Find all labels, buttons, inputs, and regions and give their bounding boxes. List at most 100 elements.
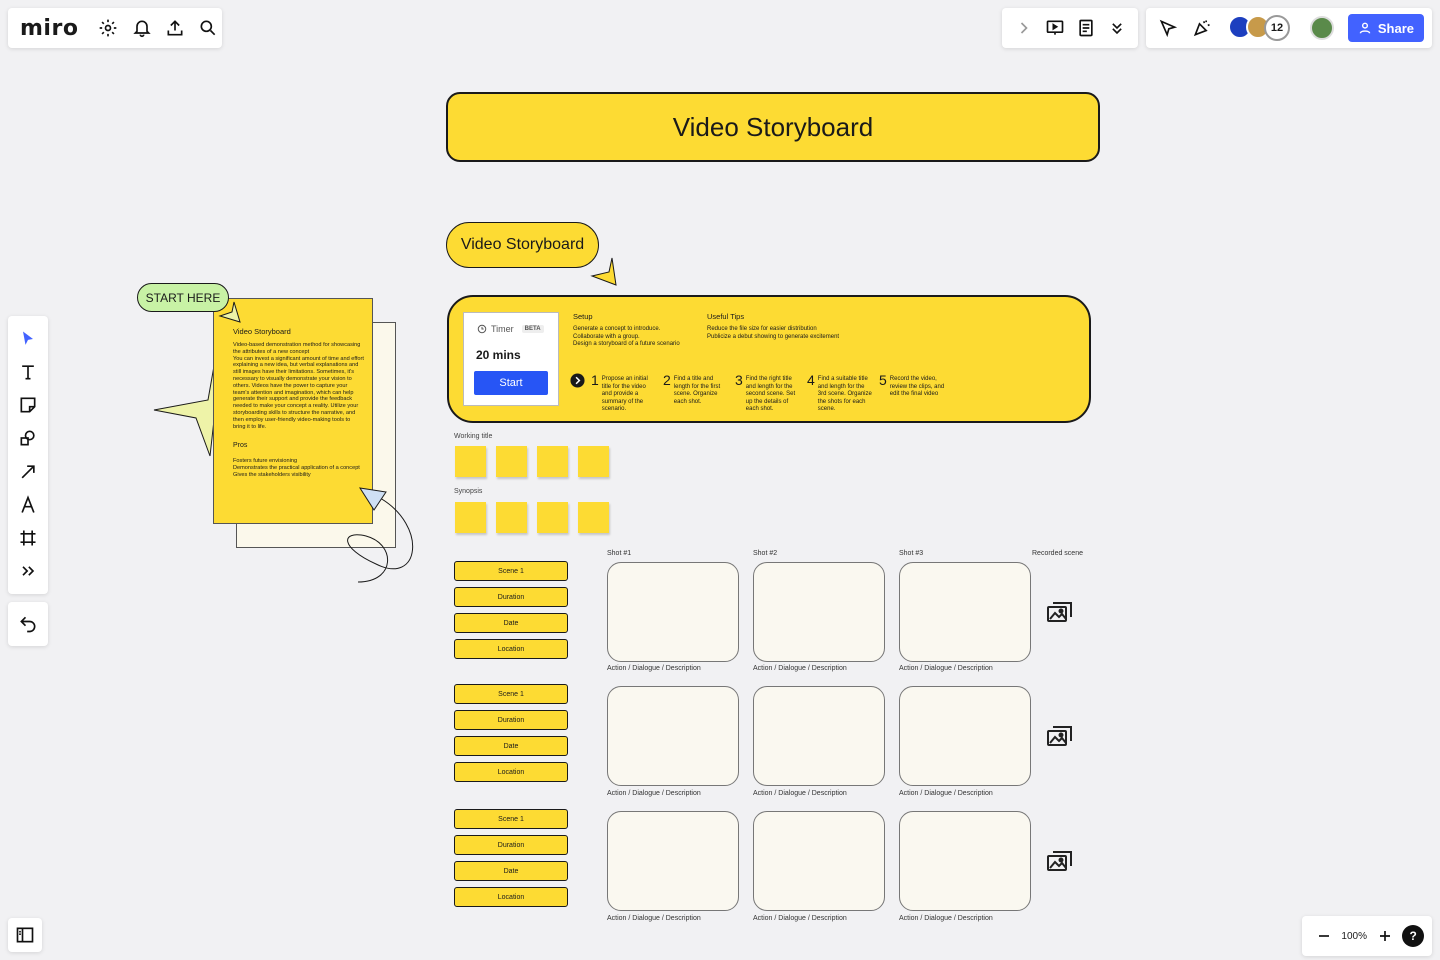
date-field[interactable]: Date (454, 861, 568, 881)
scene-title-field[interactable]: Scene 1 (454, 684, 568, 704)
zoom-controls: 100% ? (1302, 916, 1432, 956)
sticky-note[interactable] (537, 502, 568, 533)
working-title-label: Working title (454, 433, 493, 440)
undo-icon[interactable] (14, 610, 42, 638)
shot-frame[interactable] (899, 686, 1031, 786)
frame-icon[interactable] (14, 524, 42, 552)
sticky-note[interactable] (455, 446, 486, 477)
shapes-icon[interactable] (14, 424, 42, 452)
step-item[interactable]: 2 Find a title and length for the first s… (663, 372, 729, 414)
date-field[interactable]: Date (454, 736, 568, 756)
setup-block[interactable]: Setup Generate a concept to introduce. C… (573, 312, 703, 349)
recorded-scene-header: Recorded scene (1032, 550, 1083, 557)
chevron-right-icon[interactable] (1010, 14, 1038, 42)
timer-start-button[interactable]: Start (474, 371, 548, 395)
scribble-curve-shape[interactable] (336, 486, 420, 588)
shot-frame[interactable] (607, 811, 739, 911)
double-chevron-down-icon[interactable] (1103, 14, 1131, 42)
current-user-avatar[interactable] (1310, 16, 1334, 40)
notes-icon[interactable] (1072, 14, 1100, 42)
help-button[interactable]: ? (1402, 925, 1425, 947)
settings-icon[interactable] (94, 14, 121, 42)
duration-field[interactable]: Duration (454, 710, 568, 730)
image-gallery-icon[interactable] (1046, 600, 1074, 629)
steps-row: 1 Propose an initial title for the video … (570, 372, 945, 414)
pill-title[interactable]: Video Storyboard (446, 222, 599, 268)
collaborator-avatars[interactable]: 12 (1228, 15, 1290, 41)
sticky-note[interactable] (537, 446, 568, 477)
scene-title-field[interactable]: Scene 1 (454, 561, 568, 581)
doc-pros-heading: Pros (233, 442, 248, 450)
image-gallery-icon[interactable] (1046, 724, 1074, 753)
shot-caption: Action / Dialogue / Description (899, 915, 993, 922)
clock-icon (477, 324, 487, 334)
select-cursor-icon[interactable] (14, 325, 42, 353)
duration-field[interactable]: Duration (454, 587, 568, 607)
upload-icon[interactable] (161, 14, 188, 42)
step-item[interactable]: 5 Record the video, review the clips, and… (879, 372, 945, 414)
sticky-note[interactable] (496, 446, 527, 477)
start-here-label[interactable]: START HERE (137, 283, 229, 312)
bell-icon[interactable] (128, 14, 155, 42)
zoom-level[interactable]: 100% (1341, 931, 1367, 942)
shot-header: Shot #3 (899, 550, 924, 557)
search-icon[interactable] (195, 14, 222, 42)
shot-caption: Action / Dialogue / Description (607, 790, 701, 797)
shot-caption: Action / Dialogue / Description (899, 790, 993, 797)
timer-label: Timer (491, 324, 514, 334)
celebrate-icon[interactable] (1188, 14, 1216, 42)
step-item[interactable]: 4 Find a suitable title and length for th… (807, 372, 873, 414)
tips-line: Reduce the file size for easier distribu… (707, 326, 817, 332)
doc-pro-item: Gives the stakeholders visibility (233, 471, 311, 478)
more-tools-icon[interactable] (14, 557, 42, 585)
connector-arrow-icon[interactable] (14, 458, 42, 486)
collaboration-bar: 12 Share (1146, 8, 1432, 48)
sticky-note[interactable] (455, 502, 486, 533)
location-field[interactable]: Location (454, 887, 568, 907)
setup-line: Design a storyboard of a future scenario (573, 341, 680, 347)
step-item[interactable]: 1 Propose an initial title for the video … (591, 372, 657, 414)
location-field[interactable]: Location (454, 639, 568, 659)
collaborator-count-badge[interactable]: 12 (1264, 15, 1290, 41)
sidebar-toggle-icon[interactable] (11, 921, 39, 949)
zoom-out-icon[interactable] (1310, 922, 1338, 950)
scene-title-field[interactable]: Scene 1 (454, 809, 568, 829)
shot-frame[interactable] (753, 686, 885, 786)
shot-frame[interactable] (899, 811, 1031, 911)
location-field[interactable]: Location (454, 762, 568, 782)
sticky-note[interactable] (578, 446, 609, 477)
user-icon (1359, 22, 1371, 34)
shot-frame[interactable] (899, 562, 1031, 662)
sticky-note[interactable] (578, 502, 609, 533)
pointer-arrow-shape[interactable] (588, 256, 622, 288)
shot-frame[interactable] (607, 562, 739, 662)
timer-duration[interactable]: 20 mins (476, 348, 521, 362)
sticky-note[interactable] (496, 502, 527, 533)
image-gallery-icon[interactable] (1046, 849, 1074, 878)
scene-meta-column: Scene 1 Duration Date Location (454, 684, 568, 782)
shot-frame[interactable] (607, 686, 739, 786)
pen-icon[interactable] (14, 491, 42, 519)
setup-heading: Setup (573, 312, 593, 321)
setup-line: Generate a concept to introduce. (573, 326, 661, 332)
zoom-in-icon[interactable] (1371, 922, 1399, 950)
sticky-note-icon[interactable] (14, 391, 42, 419)
presentation-icon[interactable] (1041, 14, 1069, 42)
undo-panel (8, 602, 48, 646)
main-title[interactable]: Video Storyboard (446, 92, 1100, 162)
shot-frame[interactable] (753, 811, 885, 911)
step-text: Find a title and length for the first sc… (673, 376, 721, 405)
share-button[interactable]: Share (1347, 14, 1424, 42)
cursor-follow-icon[interactable] (1154, 14, 1182, 42)
date-field[interactable]: Date (454, 613, 568, 633)
shot-frame[interactable] (753, 562, 885, 662)
step-item[interactable]: 3 Find the right title and length for the… (735, 372, 801, 414)
doc-pro-item: Fosters future envisioning (233, 458, 298, 465)
text-tool-icon[interactable] (14, 358, 42, 386)
arrow-circle-icon[interactable] (570, 373, 585, 388)
miro-logo[interactable]: miro (20, 16, 78, 41)
timer-widget[interactable]: Timer BETA 20 mins Start (463, 312, 559, 406)
tips-block[interactable]: Useful Tips Reduce the file size for eas… (707, 312, 877, 341)
duration-field[interactable]: Duration (454, 835, 568, 855)
step-number: 4 (807, 372, 815, 388)
